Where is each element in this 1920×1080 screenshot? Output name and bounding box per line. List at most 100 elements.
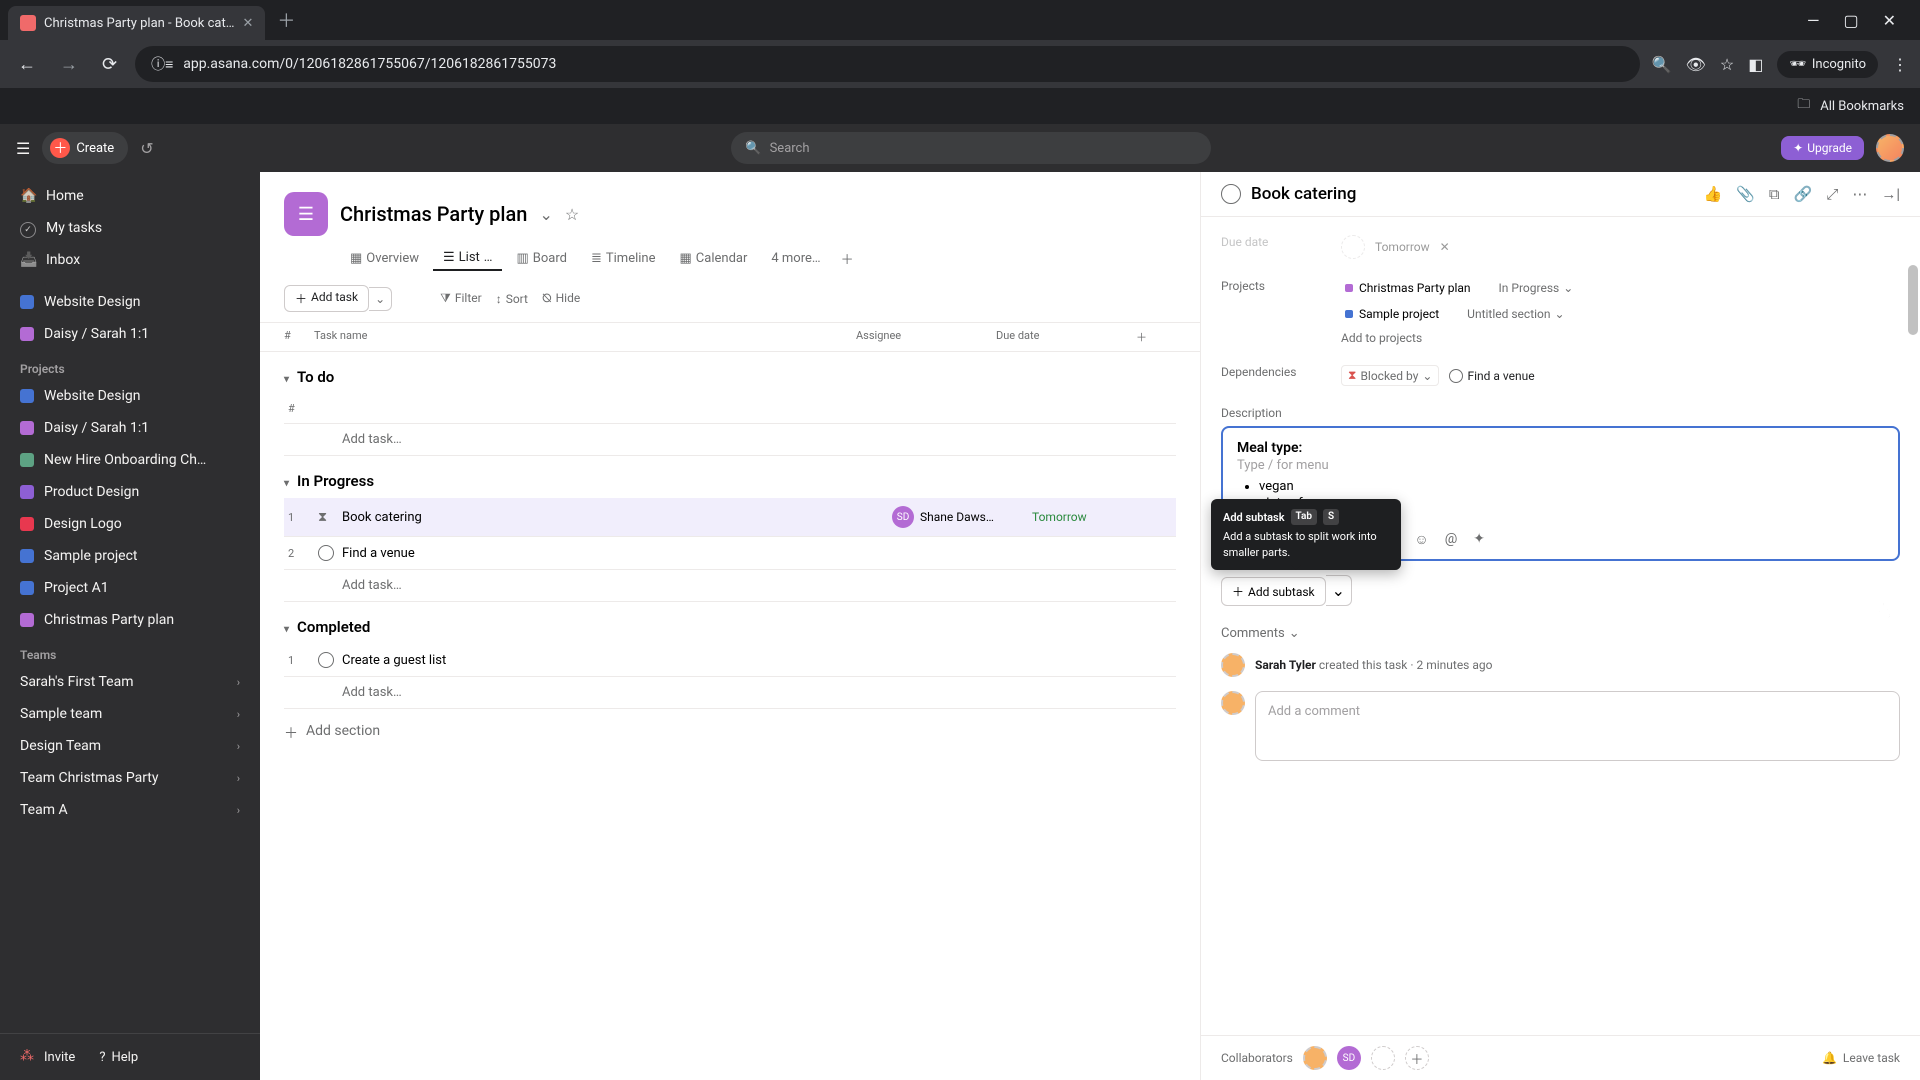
sidebar-team-3[interactable]: Team Christmas Party› [0, 762, 260, 794]
sidebar-project-2[interactable]: New Hire Onboarding Ch… [0, 444, 260, 476]
comment-input[interactable]: Add a comment [1255, 691, 1900, 761]
sidebar-team-1[interactable]: Sample team› [0, 698, 260, 730]
add-task-row[interactable]: Add task… [284, 424, 1176, 456]
site-info-icon[interactable]: ⓘ≡ [151, 54, 173, 74]
subtask-icon[interactable]: ⧉ [1769, 185, 1780, 203]
section-dropdown[interactable]: Untitled section ⌄ [1461, 305, 1570, 323]
sidebar-project-0[interactable]: Website Design [0, 380, 260, 412]
hide-button[interactable]: ⦰ Hide [542, 291, 580, 306]
add-task-dropdown[interactable]: ⌄ [369, 287, 392, 311]
filter-button[interactable]: ⧩ Filter [440, 291, 482, 306]
collaborator-avatar-empty[interactable] [1371, 1046, 1395, 1070]
url-bar[interactable]: ⓘ≡ app.asana.com/0/1206182861755067/1206… [135, 46, 1640, 82]
section-dropdown[interactable]: In Progress ⌄ [1493, 279, 1580, 297]
more-icon[interactable]: ⋯ [1852, 185, 1867, 203]
window-minimize-icon[interactable]: ― [1807, 11, 1820, 30]
attachment-icon[interactable]: 📎 [1736, 185, 1755, 203]
add-collaborator-button[interactable]: ＋ [1405, 1046, 1429, 1070]
add-task-button[interactable]: ＋ Add task [284, 285, 369, 312]
sidebar-item-my-tasks[interactable]: My tasks [0, 212, 260, 244]
collaborator-avatar[interactable] [1303, 1046, 1327, 1070]
eye-off-icon[interactable]: 👁 [1686, 55, 1706, 74]
sidebar-project-3[interactable]: Product Design [0, 476, 260, 508]
hamburger-icon[interactable]: ☰ [16, 139, 30, 158]
check-circle-icon[interactable] [318, 652, 334, 668]
forward-button[interactable]: → [54, 48, 84, 81]
project-chip[interactable]: Christmas Party plan [1359, 281, 1471, 295]
add-task-row[interactable]: Add task… [284, 570, 1176, 602]
sidebar-project-7[interactable]: Christmas Party plan [0, 604, 260, 636]
complete-task-button[interactable] [1221, 184, 1241, 204]
project-title[interactable]: Christmas Party plan [340, 202, 527, 226]
new-tab-button[interactable]: ＋ [265, 7, 307, 33]
window-close-icon[interactable]: ✕ [1883, 11, 1896, 30]
sort-button[interactable]: ↕ Sort [496, 292, 528, 306]
sidebar-project-1[interactable]: Daisy / Sarah 1:1 [0, 412, 260, 444]
invite-button[interactable]: Invite [20, 1048, 75, 1066]
sidebar-item-inbox[interactable]: Inbox [0, 244, 260, 276]
tab-timeline[interactable]: ≣Timeline [581, 247, 666, 270]
check-circle-icon[interactable] [318, 545, 334, 561]
leave-task-button[interactable]: 🔔Leave task [1822, 1051, 1900, 1065]
dependency-task-link[interactable]: Find a venue [1449, 369, 1534, 383]
add-to-projects-button[interactable]: Add to projects [1341, 331, 1422, 345]
assignee-cell[interactable]: SDShane Daws… [892, 506, 1032, 528]
history-icon[interactable]: ↺ [140, 139, 153, 158]
calendar-icon[interactable] [1341, 235, 1365, 259]
task-row[interactable]: 1 Book catering SDShane Daws… Tomorrow [284, 498, 1176, 537]
menu-icon[interactable]: ⋮ [1892, 55, 1908, 74]
ai-icon[interactable]: ✦ [1473, 531, 1485, 547]
help-button[interactable]: ?Help [99, 1048, 138, 1066]
bookmarks-folder-icon[interactable]: 🗀 [1797, 95, 1810, 117]
window-maximize-icon[interactable]: ▢ [1843, 11, 1858, 30]
add-column-icon[interactable]: ＋ [1136, 329, 1176, 345]
bookmark-star-icon[interactable]: ☆ [1720, 55, 1734, 74]
tab-list[interactable]: ☰List… [433, 246, 502, 271]
task-detail-title[interactable]: Book catering [1251, 184, 1694, 204]
more-icon[interactable]: … [484, 250, 493, 265]
tab-overview[interactable]: ▦Overview [340, 247, 429, 270]
section-todo[interactable]: To do [284, 360, 1176, 394]
add-tab-icon[interactable]: ＋ [841, 249, 854, 268]
sidebar-item-home[interactable]: Home [0, 180, 260, 212]
tab-more[interactable]: 4 more… [761, 247, 830, 270]
close-tab-icon[interactable]: ✕ [242, 16, 253, 31]
back-button[interactable]: ← [12, 48, 42, 81]
blocked-by-dropdown[interactable]: ⧗Blocked by ⌄ [1341, 365, 1439, 386]
task-row[interactable]: 1 Create a guest list [284, 644, 1176, 677]
add-subtask-button[interactable]: ＋ Add subtask [1221, 577, 1326, 606]
side-panel-icon[interactable]: ◧ [1748, 55, 1763, 74]
close-panel-icon[interactable]: →| [1881, 185, 1900, 203]
due-date-cell[interactable]: Tomorrow [1032, 510, 1172, 524]
tab-board[interactable]: ▥Board [506, 247, 577, 270]
sidebar-project-5[interactable]: Sample project [0, 540, 260, 572]
star-icon[interactable]: ☆ [565, 205, 579, 224]
sidebar-project-4[interactable]: Design Logo [0, 508, 260, 540]
sidebar-team-2[interactable]: Design Team› [0, 730, 260, 762]
sidebar-project-6[interactable]: Project A1 [0, 572, 260, 604]
link-icon[interactable]: 🔗 [1794, 185, 1813, 203]
emoji-icon[interactable]: ☺ [1414, 531, 1428, 548]
sidebar-starred-0[interactable]: Website Design [0, 286, 260, 318]
due-date-value[interactable]: Tomorrow [1375, 240, 1430, 254]
mention-icon[interactable]: @ [1445, 531, 1458, 547]
task-row[interactable]: 2 Find a venue [284, 537, 1176, 570]
chevron-down-icon[interactable]: ⌄ [539, 205, 552, 224]
search-input[interactable]: 🔍 Search [731, 132, 1211, 164]
add-section-button[interactable]: ＋ Add section [260, 709, 1200, 757]
activity-actor[interactable]: Sarah Tyler [1255, 658, 1316, 672]
browser-tab[interactable]: Christmas Party plan - Book cat… ✕ [8, 6, 265, 40]
scrollbar[interactable] [1908, 265, 1918, 335]
reload-button[interactable]: ⟳ [96, 48, 123, 81]
like-icon[interactable]: 👍 [1704, 185, 1723, 203]
sidebar-team-0[interactable]: Sarah's First Team› [0, 666, 260, 698]
user-avatar[interactable] [1876, 134, 1904, 162]
add-subtask-dropdown[interactable]: ⌄ [1326, 575, 1352, 606]
incognito-badge[interactable]: 🕶 Incognito [1777, 51, 1878, 78]
collaborator-avatar[interactable]: SD [1337, 1046, 1361, 1070]
sidebar-starred-1[interactable]: Daisy / Sarah 1:1 [0, 318, 260, 350]
tab-calendar[interactable]: ▦Calendar [670, 247, 758, 270]
search-tabs-icon[interactable]: 🔍 [1652, 55, 1672, 74]
section-completed[interactable]: Completed [284, 610, 1176, 644]
fullscreen-icon[interactable]: ⤢ [1826, 185, 1838, 203]
